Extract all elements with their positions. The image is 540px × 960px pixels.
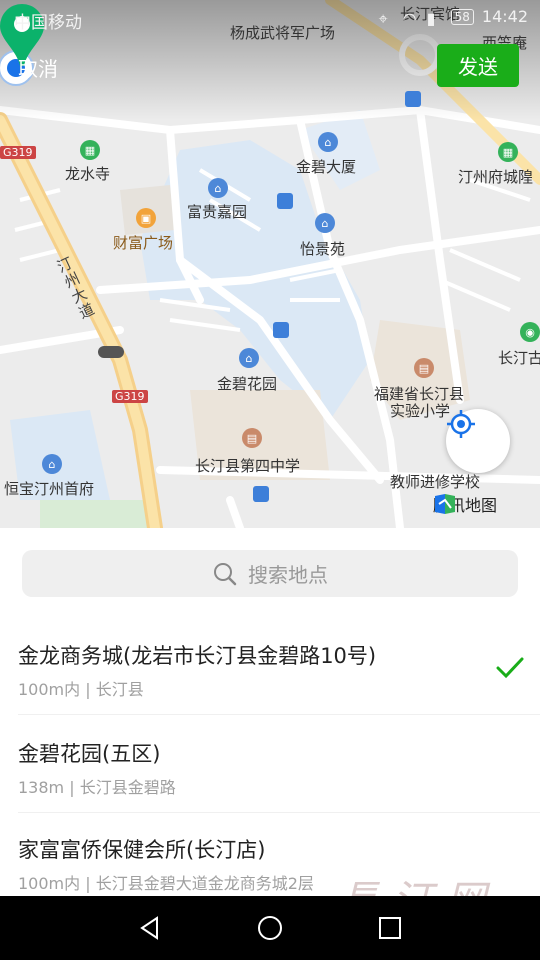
signal-icon: ▮ [426,8,436,28]
carrier-name: 中国移动 [14,13,82,33]
map-label: 龙水寺 [65,165,111,183]
map-label: 怡景苑 [300,240,346,258]
system-nav-bar [0,896,540,960]
building-icon: ⌂ [315,213,335,233]
divider [18,714,540,715]
road-shield: G319 [0,146,36,159]
send-button[interactable]: 发送 [437,44,519,87]
search-placeholder: 搜索地点 [248,563,328,587]
tencent-map-logo: 腾讯地图 [433,492,497,516]
shopping-icon: ▣ [136,208,156,228]
bus-stop-icon [253,486,269,502]
check-icon [496,657,524,679]
map-label: 恒宝汀州首府 [4,480,95,498]
building-icon: ⌂ [318,132,338,152]
school-icon: ▤ [414,358,434,378]
location-icon: ⌖ [378,8,388,28]
home-circle-icon [258,916,282,940]
camera-icon: ◉ [520,322,540,342]
school-icon: ▤ [242,428,262,448]
building-icon: ⌂ [239,348,259,368]
place-subtitle: 138m | 长汀县金碧路 [18,778,176,797]
map-label: 教师进修学校 [390,473,481,491]
list-item[interactable]: 金碧花园(五区) 138m | 长汀县金碧路 [0,716,540,812]
map-label: 实验小学 [390,402,451,420]
building-icon: ⌂ [208,178,228,198]
recents-square-icon [379,917,401,939]
wifi-icon: ◠ [402,8,417,28]
place-subtitle: 100m内 | 长汀县金碧大道金龙商务城2层 [18,874,314,893]
cancel-button[interactable]: 取消 [18,53,58,82]
map-label: 汀州府城隍 [458,168,534,186]
traffic-light-icon [98,346,124,358]
bus-stop-icon [405,91,421,107]
back-triangle-icon [140,916,158,940]
place-title: 金碧花园(五区) [18,742,161,766]
crosshair-icon [447,410,475,438]
bus-stop-icon [273,322,289,338]
map-label: 富贵嘉园 [187,203,248,221]
temple-icon: ▦ [498,142,518,162]
place-subtitle: 100m内 | 长汀县 [18,680,144,699]
temple-icon: ▦ [80,140,100,160]
map-label: 长汀县第四中学 [195,457,301,475]
map-label: 长汀古 [498,349,540,367]
search-icon [214,562,237,585]
place-title: 金龙商务城(龙岩市长汀县金碧路10号) [18,644,377,668]
road-shield: G319 [112,390,148,403]
place-title: 家富富侨保健会所(长汀店) [18,838,266,862]
recents-button[interactable] [370,908,410,948]
battery-icon: 58 [450,8,474,25]
tencent-logo-icon [435,494,455,514]
map-label: 金碧大厦 [296,158,357,176]
list-item[interactable]: 金龙商务城(龙岩市长汀县金碧路10号) 100m内 | 长汀县 [0,618,540,714]
locate-me-button[interactable] [446,409,510,473]
status-icons: ⌖ ◠ ▮ 58 14:42 [378,7,528,28]
building-icon: ⌂ [42,454,62,474]
map-label: 金碧花园 [217,375,278,393]
status-bar: 中国移动 ⌖ ◠ ▮ 58 14:42 [0,0,540,36]
map-label: 财富广场 [113,234,174,252]
back-button[interactable] [130,908,170,948]
home-button[interactable] [250,908,290,948]
search-input[interactable]: 搜索地点 [22,550,518,597]
clock: 14:42 [481,7,528,26]
bus-stop-icon [277,193,293,209]
